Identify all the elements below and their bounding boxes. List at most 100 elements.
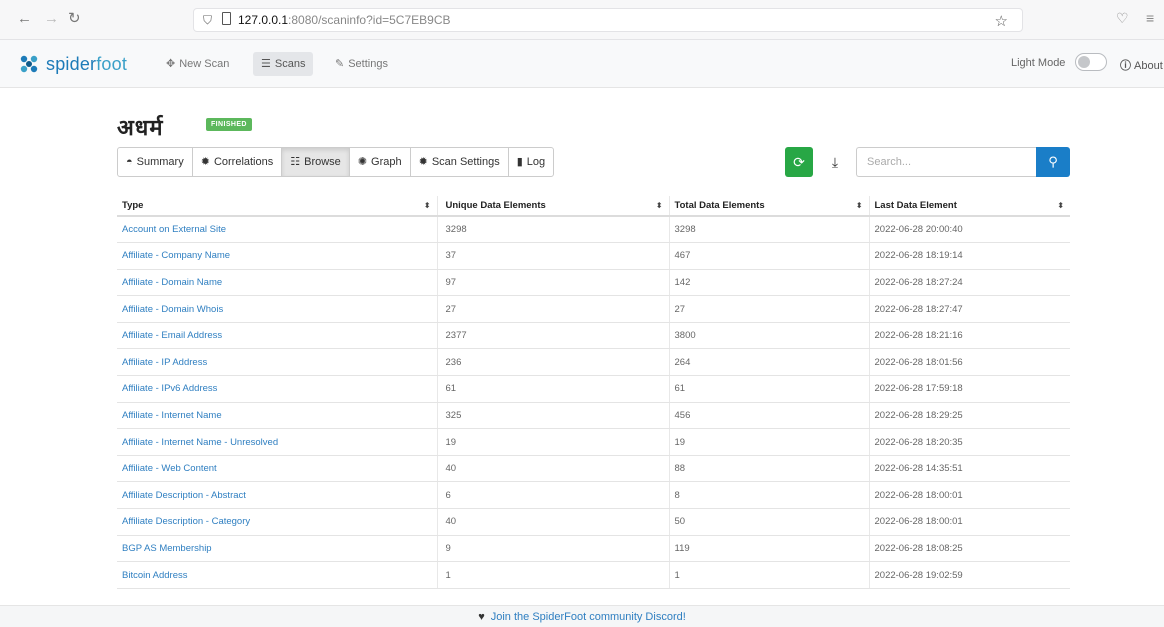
data-types-table: Type ⬍ Unique Data Elements ⬍ Total Data E…: [117, 196, 1070, 589]
nav-settings[interactable]: ✎ Settings: [327, 52, 396, 76]
row-type-link[interactable]: Affiliate - Internet Name: [117, 402, 437, 430]
row-last-element: 2022-06-28 18:21:16: [868, 322, 1070, 350]
download-button[interactable]: ⤓: [823, 147, 847, 177]
nav-scans[interactable]: ☰ Scans: [253, 52, 314, 76]
row-type-link[interactable]: Affiliate - Email Address: [117, 322, 437, 350]
tab-log[interactable]: ▮ Log: [509, 148, 553, 176]
table-icon: ☷: [290, 156, 301, 168]
brand-name-foot: foot: [96, 53, 128, 74]
row-unique-count: 6: [436, 481, 669, 510]
row-unique-count: 2377: [436, 322, 669, 350]
row-unique-count: 1: [436, 561, 669, 589]
light-mode-label: Light Mode: [1011, 57, 1066, 69]
column-header-label: Last Data Element: [874, 200, 957, 211]
row-total-count: 61: [668, 375, 869, 403]
brand[interactable]: spiderfoot: [18, 52, 127, 76]
table-row: Bitcoin Address 1 1 2022-06-28 19:02:59: [117, 561, 1070, 589]
row-last-element: 2022-06-28 14:35:51: [868, 455, 1070, 483]
tab-correlations[interactable]: ✹ Correlations: [193, 148, 283, 176]
table-row: BGP AS Membership 9 119 2022-06-28 18:08:25: [117, 535, 1070, 563]
crosshair-icon: ✥: [166, 58, 176, 70]
menu-icon[interactable]: ≡: [1146, 10, 1154, 26]
row-total-count: 50: [668, 508, 869, 536]
tab-summary-label: Summary: [136, 156, 184, 168]
row-last-element: 2022-06-28 18:27:24: [868, 269, 1070, 297]
tab-graph[interactable]: ✺ Graph: [350, 148, 411, 176]
tab-scan-settings[interactable]: ✹ Scan Settings: [411, 148, 509, 176]
download-icon: ⤓: [831, 154, 839, 170]
row-type-link[interactable]: BGP AS Membership: [117, 535, 437, 563]
row-type-link[interactable]: Affiliate Description - Category: [117, 508, 437, 536]
heart-icon: ♥: [478, 611, 485, 623]
url-host: 127.0.0.1: [238, 13, 289, 27]
row-last-element: 2022-06-28 18:19:14: [868, 242, 1070, 270]
row-last-element: 2022-06-28 17:59:18: [868, 375, 1070, 403]
toggle-knob: [1078, 56, 1090, 68]
search-box: [856, 147, 1036, 177]
row-total-count: 3800: [668, 322, 869, 350]
address-bar[interactable]: ⛉ 127.0.0.1:8080/scaninfo?id=5C7EB9CB ☆: [193, 8, 1023, 32]
row-type-link[interactable]: Affiliate - IPv6 Address: [117, 375, 437, 403]
table-row: Affiliate - Company Name 37 467 2022-06-28 …: [117, 242, 1070, 270]
spiderfoot-logo-icon: [20, 55, 38, 73]
search-icon: ⚲: [1048, 154, 1058, 169]
light-mode-toggle[interactable]: [1075, 53, 1107, 71]
table-row: Affiliate - IP Address 236 264 2022-06-28 1…: [117, 348, 1070, 377]
row-total-count: 264: [668, 348, 869, 377]
discord-link[interactable]: Join the SpiderFoot community Discord!: [491, 611, 686, 623]
row-type-link[interactable]: Affiliate - IP Address: [117, 348, 437, 377]
scan-title: अधर्म: [117, 115, 164, 141]
tab-browse[interactable]: ☷ Browse: [282, 148, 350, 176]
tab-summary[interactable]: ◓ Summary: [118, 148, 193, 176]
row-total-count: 3298: [668, 216, 869, 244]
row-last-element: 2022-06-28 18:27:47: [868, 295, 1070, 323]
shield-icon[interactable]: ⛉: [203, 13, 212, 28]
search-input[interactable]: [857, 148, 1036, 176]
table-row: Affiliate - Email Address 2377 3800 2022-06…: [117, 322, 1070, 350]
row-unique-count: 3298: [436, 216, 669, 244]
sort-icon: ⬍: [655, 201, 663, 210]
brand-name: spiderfoot: [46, 54, 127, 75]
row-type-link[interactable]: Affiliate - Internet Name - Unresolved: [117, 428, 437, 456]
row-unique-count: 40: [436, 508, 669, 536]
row-type-link[interactable]: Affiliate Description - Abstract: [117, 481, 437, 510]
table-row: Affiliate - Web Content 40 88 2022-06-28 14…: [117, 455, 1070, 483]
row-total-count: 456: [668, 402, 869, 430]
column-header-last[interactable]: Last Data Element ⬍: [868, 196, 1070, 217]
row-total-count: 142: [668, 269, 869, 297]
refresh-button[interactable]: ⟳: [785, 147, 813, 177]
dashboard-icon: ◓: [126, 156, 133, 168]
row-type-link[interactable]: Affiliate - Domain Whois: [117, 295, 437, 323]
row-type-link[interactable]: Affiliate - Web Content: [117, 455, 437, 483]
nav-scans-label: Scans: [274, 58, 306, 70]
search-button[interactable]: ⚲: [1036, 147, 1070, 177]
row-type-link[interactable]: Affiliate - Company Name: [117, 242, 437, 270]
nav-about-label: About: [1134, 60, 1163, 72]
back-icon[interactable]: ←: [17, 10, 32, 28]
gear-icon: ✹: [418, 156, 428, 168]
forward-icon[interactable]: →: [44, 10, 59, 28]
row-type-link[interactable]: Account on External Site: [117, 216, 437, 244]
reload-icon[interactable]: ↻: [68, 10, 81, 28]
row-type-link[interactable]: Affiliate - Domain Name: [117, 269, 437, 297]
column-header-total[interactable]: Total Data Elements ⬍: [668, 196, 869, 217]
tab-graph-label: Graph: [371, 156, 402, 168]
url-path: :8080/scaninfo?id=5C7EB9CB: [288, 13, 451, 27]
wrench-icon: ✎: [335, 58, 345, 70]
row-unique-count: 37: [436, 242, 669, 270]
nav-new-scan[interactable]: ✥ New Scan: [158, 52, 237, 76]
table-row: Affiliate Description - Category 40 50 2022…: [117, 508, 1070, 536]
info-icon: ⓘ: [1120, 60, 1131, 72]
sort-icon: ⬍: [423, 201, 431, 210]
table-row: Affiliate Description - Abstract 6 8 2022-0…: [117, 481, 1070, 510]
row-type-link[interactable]: Bitcoin Address: [117, 561, 437, 589]
bookmark-star-icon[interactable]: ☆: [995, 12, 1008, 30]
column-header-type[interactable]: Type ⬍: [117, 196, 437, 217]
row-total-count: 19: [668, 428, 869, 456]
column-header-unique[interactable]: Unique Data Elements ⬍: [436, 196, 669, 217]
tab-correlations-label: Correlations: [213, 156, 274, 168]
nav-about[interactable]: ⓘ About: [1120, 57, 1163, 73]
table-row: Affiliate - IPv6 Address 61 61 2022-06-28 1…: [117, 375, 1070, 403]
row-last-element: 2022-06-28 18:00:01: [868, 481, 1070, 510]
pocket-icon[interactable]: ♡: [1116, 10, 1129, 27]
